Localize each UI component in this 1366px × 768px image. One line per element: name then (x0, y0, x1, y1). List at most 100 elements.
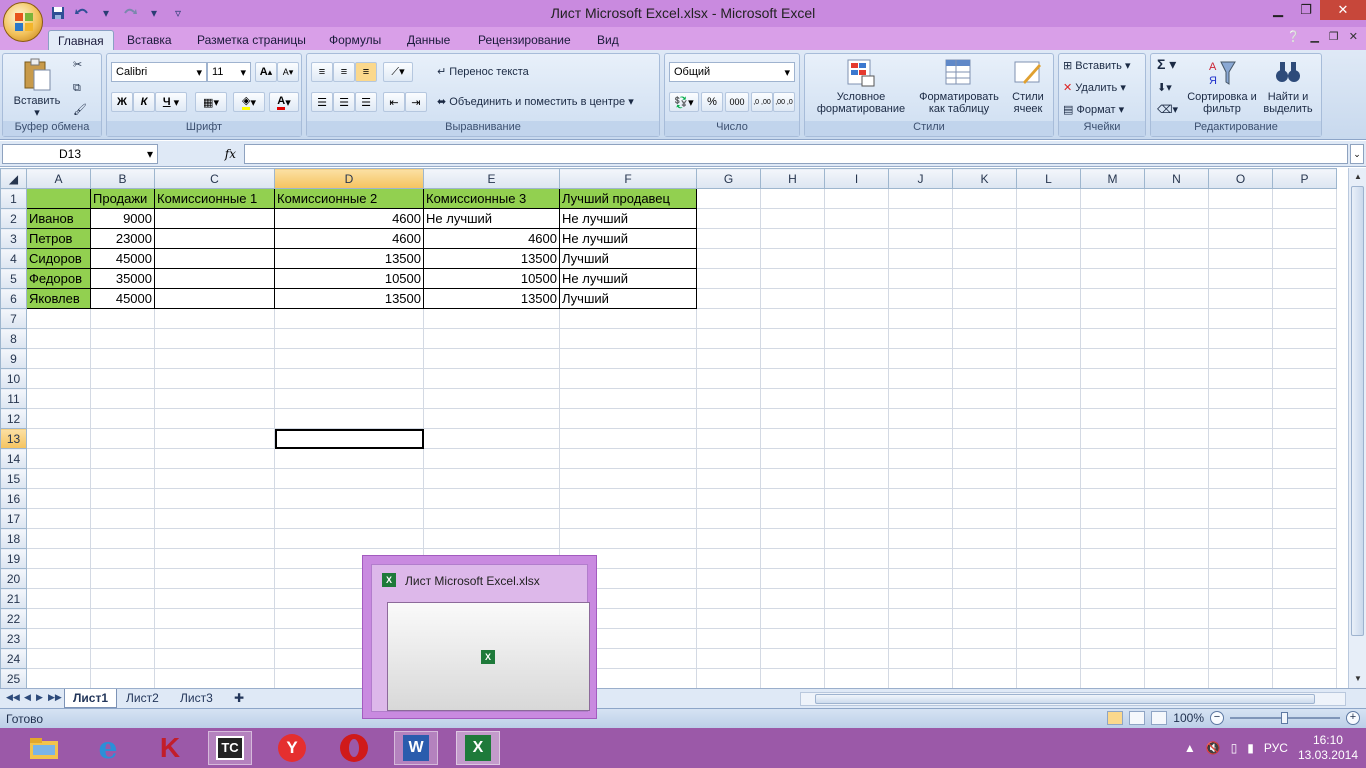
cell[interactable] (696, 548, 761, 569)
cell[interactable] (760, 668, 825, 688)
cell[interactable] (1272, 308, 1337, 329)
cell[interactable] (1272, 428, 1337, 449)
cell[interactable] (888, 628, 953, 649)
align-top-icon[interactable]: ≡ (311, 62, 333, 82)
cell[interactable] (888, 448, 953, 469)
cell[interactable] (90, 508, 155, 529)
column-header[interactable]: D (274, 168, 424, 189)
cell[interactable] (1208, 208, 1273, 229)
cell[interactable] (952, 188, 1017, 209)
cell[interactable] (26, 448, 91, 469)
cell[interactable] (696, 508, 761, 529)
cell[interactable] (26, 508, 91, 529)
cell[interactable] (760, 468, 825, 489)
cell[interactable] (760, 588, 825, 609)
underline-button[interactable]: Ч ▾ (155, 92, 187, 112)
autosum-button[interactable]: Σ ▾ (1157, 57, 1176, 71)
cell[interactable] (760, 208, 825, 229)
cell[interactable] (760, 648, 825, 669)
column-header[interactable]: C (154, 168, 275, 189)
column-header[interactable]: J (888, 168, 953, 189)
column-header[interactable]: I (824, 168, 889, 189)
cell[interactable] (1144, 228, 1209, 249)
cell[interactable] (760, 628, 825, 649)
total-commander-icon[interactable]: TC (208, 731, 252, 765)
cell[interactable]: Не лучший (559, 268, 697, 289)
close-icon[interactable]: ✕ (1320, 0, 1366, 20)
cell[interactable] (1208, 668, 1273, 688)
tab-data[interactable]: Данные (398, 30, 459, 50)
cell[interactable] (26, 588, 91, 609)
cell[interactable] (952, 408, 1017, 429)
cell[interactable] (760, 248, 825, 269)
cell[interactable] (154, 228, 275, 249)
cell[interactable]: Лучший (559, 288, 697, 309)
cell[interactable]: Яковлев (26, 288, 91, 309)
row-header[interactable]: 24 (0, 648, 27, 669)
cell[interactable] (888, 548, 953, 569)
cell[interactable]: Федоров (26, 268, 91, 289)
cell[interactable] (1080, 388, 1145, 409)
increase-decimal-button[interactable]: ,0 ,00 (751, 92, 773, 112)
cell[interactable] (1144, 208, 1209, 229)
cell[interactable] (90, 348, 155, 369)
cell[interactable] (90, 448, 155, 469)
tab-home[interactable]: Главная (48, 30, 114, 50)
cell[interactable] (1272, 368, 1337, 389)
cell[interactable] (1272, 628, 1337, 649)
cell[interactable] (90, 368, 155, 389)
cell[interactable] (423, 308, 560, 329)
cell[interactable]: Лучший (559, 248, 697, 269)
cell[interactable] (824, 368, 889, 389)
cell[interactable] (824, 468, 889, 489)
cell[interactable] (1016, 248, 1081, 269)
decrease-indent-icon[interactable]: ⇤ (383, 92, 405, 112)
cell[interactable] (1080, 228, 1145, 249)
column-header[interactable]: K (952, 168, 1017, 189)
cell[interactable] (1144, 508, 1209, 529)
increase-indent-icon[interactable]: ⇥ (405, 92, 427, 112)
sheet-tab-2[interactable]: Лист2 (118, 689, 167, 708)
fill-color-button[interactable]: ◈ ▾ (233, 92, 265, 112)
row-header[interactable]: 19 (0, 548, 27, 569)
row-header[interactable]: 2 (0, 208, 27, 229)
cell[interactable] (274, 408, 424, 429)
page-layout-view-icon[interactable] (1129, 711, 1146, 725)
fill-icon[interactable]: ⬇▾ (1157, 82, 1172, 94)
row-header[interactable]: 15 (0, 468, 27, 489)
wrap-text-button[interactable]: ↵ Перенос текста (437, 66, 529, 78)
cell[interactable] (696, 288, 761, 309)
cell[interactable] (154, 328, 275, 349)
network-icon[interactable]: ▯ (1231, 741, 1238, 755)
cell[interactable]: Не лучший (423, 208, 560, 229)
cell[interactable] (1144, 388, 1209, 409)
cell[interactable] (1080, 488, 1145, 509)
cell[interactable] (274, 368, 424, 389)
cell[interactable] (154, 628, 275, 649)
cell[interactable] (423, 428, 560, 449)
cell[interactable] (1080, 628, 1145, 649)
cell[interactable]: Продажи (90, 188, 155, 209)
cell[interactable] (888, 428, 953, 449)
cell[interactable] (1144, 248, 1209, 269)
cell[interactable] (1208, 608, 1273, 629)
cell[interactable] (1080, 328, 1145, 349)
cell[interactable] (888, 508, 953, 529)
cell[interactable] (888, 288, 953, 309)
cell[interactable] (154, 248, 275, 269)
currency-icon[interactable]: 💱▾ (669, 92, 699, 112)
cell[interactable] (1080, 248, 1145, 269)
cell[interactable] (1144, 308, 1209, 329)
column-header[interactable]: M (1080, 168, 1145, 189)
restore-icon[interactable]: ❐ (1329, 30, 1339, 43)
vertical-scrollbar[interactable]: ▲ ▼ (1348, 168, 1366, 688)
normal-view-icon[interactable] (1107, 711, 1124, 725)
cell[interactable] (1208, 508, 1273, 529)
decrease-decimal-button[interactable]: ,00 ,0 (773, 92, 795, 112)
cell[interactable] (952, 548, 1017, 569)
thousands-button[interactable]: 000 (725, 92, 749, 112)
orientation-icon[interactable]: ⟋▾ (383, 62, 413, 82)
cell[interactable] (888, 228, 953, 249)
font-color-button[interactable]: A ▾ (269, 92, 299, 112)
cell[interactable] (696, 448, 761, 469)
